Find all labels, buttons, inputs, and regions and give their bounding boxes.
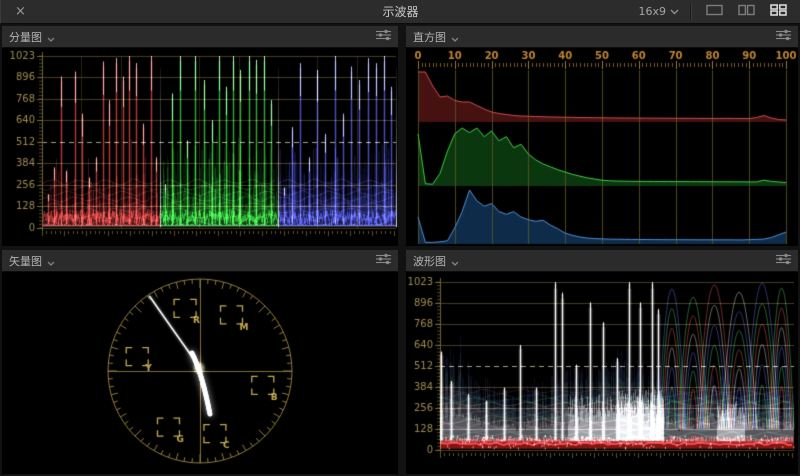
waveform-header: 波形图 [406, 250, 798, 272]
chevron-down-icon [451, 251, 459, 270]
chevron-down-icon [47, 27, 55, 46]
dual-view-icon [738, 4, 755, 19]
sliders-icon [376, 29, 391, 44]
histogram-scope [406, 48, 798, 246]
window-title: 示波器 [382, 3, 418, 20]
sliders-icon [776, 29, 791, 44]
vectorscope-header: 矢量图 [2, 250, 398, 272]
waveform-scope [406, 272, 798, 474]
layout-dual-view-button[interactable] [735, 3, 758, 20]
histogram-header: 直方图 [406, 26, 798, 48]
parade-scope [2, 48, 398, 246]
parade-settings-button[interactable] [376, 29, 391, 44]
chevron-down-icon [47, 251, 55, 270]
waveform-label: 波形图 [413, 253, 446, 269]
quad-view-icon [770, 4, 787, 19]
scopes-window: × 示波器 16x9 [0, 0, 800, 476]
vectorscope-label: 矢量图 [9, 253, 42, 269]
waveform-scope-canvas [406, 272, 798, 474]
parade-scope-canvas [2, 48, 398, 246]
vectorscope-scope [2, 272, 398, 474]
chevron-down-icon [670, 5, 679, 18]
histogram-settings-button[interactable] [776, 29, 791, 44]
parade-label: 分量图 [9, 29, 42, 45]
scope-grid: 分量图 直方图 [0, 24, 800, 476]
histogram-type-dropdown[interactable]: 直方图 [413, 27, 459, 46]
aspect-ratio-dropdown[interactable]: 16x9 [638, 5, 679, 18]
titlebar: × 示波器 16x9 [0, 0, 800, 24]
chevron-down-icon [451, 27, 459, 46]
sliders-icon [776, 253, 791, 268]
histogram-scope-canvas [406, 48, 798, 246]
layout-quad-view-button[interactable] [767, 3, 790, 20]
single-view-icon [706, 4, 723, 19]
waveform-type-dropdown[interactable]: 波形图 [413, 251, 459, 270]
vectorscope-scope-canvas [2, 272, 398, 474]
panel-parade: 分量图 [2, 26, 398, 246]
aspect-ratio-label: 16x9 [638, 5, 666, 18]
histogram-label: 直方图 [413, 29, 446, 45]
sliders-icon [376, 253, 391, 268]
parade-type-dropdown[interactable]: 分量图 [9, 27, 55, 46]
titlebar-separator [690, 4, 692, 20]
panel-vectorscope: 矢量图 [2, 250, 398, 474]
panel-histogram: 直方图 [406, 26, 798, 246]
parade-header: 分量图 [2, 26, 398, 48]
waveform-settings-button[interactable] [776, 253, 791, 268]
panel-waveform: 波形图 [406, 250, 798, 474]
titlebar-right-group: 16x9 [638, 3, 790, 20]
vectorscope-type-dropdown[interactable]: 矢量图 [9, 251, 55, 270]
close-button[interactable]: × [11, 5, 30, 18]
layout-single-view-button[interactable] [703, 3, 726, 20]
vectorscope-settings-button[interactable] [376, 253, 391, 268]
